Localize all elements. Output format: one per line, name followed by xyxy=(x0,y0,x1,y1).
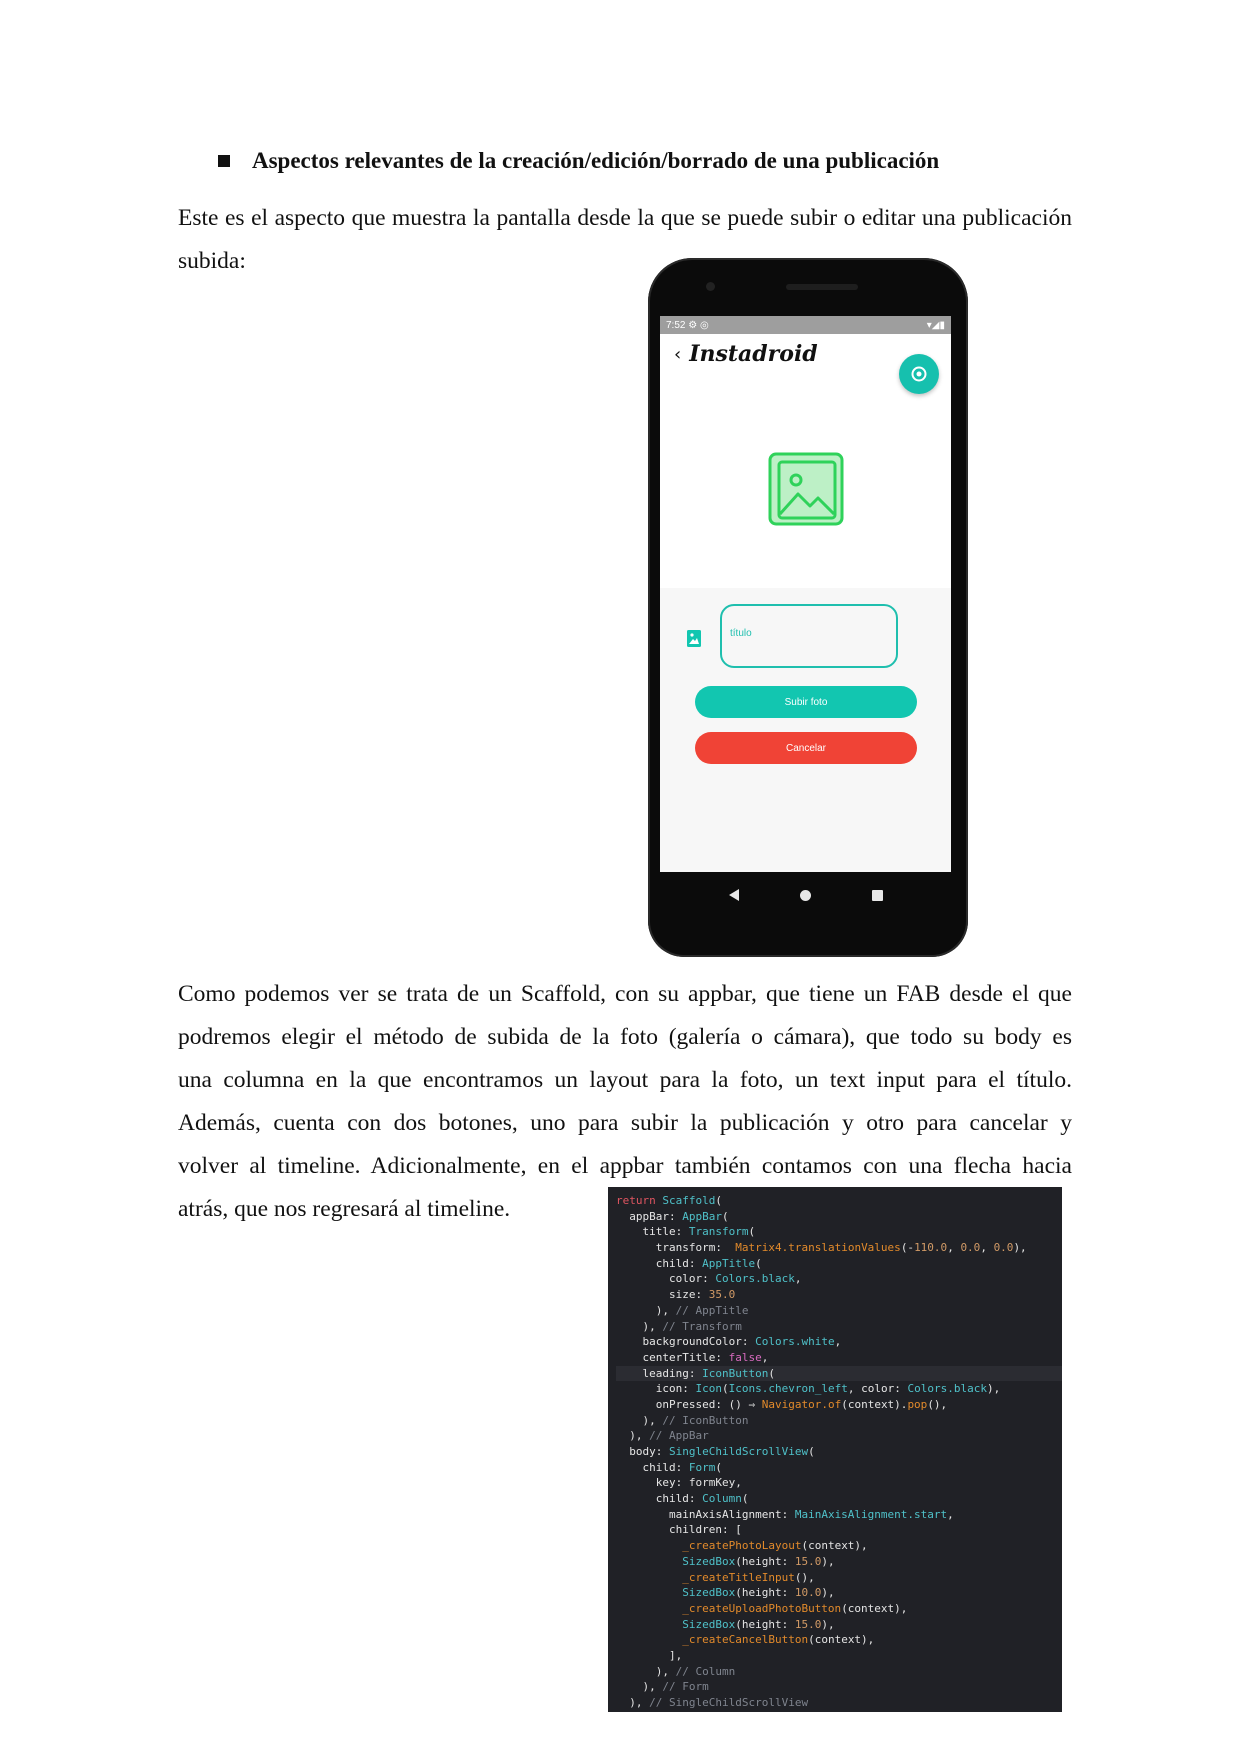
nav-home-icon[interactable] xyxy=(799,889,811,901)
photo-album-icon xyxy=(687,630,701,647)
code-line: child: Column( xyxy=(655,1492,749,1506)
code-line: SizedBox(height: 15.0), xyxy=(682,1554,835,1568)
code-line: ), // IconButton xyxy=(616,1413,749,1427)
status-icons-left: ⚙ ◎ xyxy=(688,319,709,331)
phone-mockup: 7:52 ⚙ ◎ ▾◢▮ ‹ Instadroid título Subir f… xyxy=(648,258,968,957)
code-line: icon: Icon(Icons.chevron_left, color: Co… xyxy=(655,1382,1001,1396)
status-left: 7:52 ⚙ ◎ xyxy=(666,320,709,331)
square-bullet-icon xyxy=(218,155,230,167)
code-line: child: Form( xyxy=(642,1460,723,1474)
explanation-line: Además, cuenta con dos botones, uno para… xyxy=(178,1110,1072,1136)
code-line: backgroundColor: Colors.white, xyxy=(642,1335,842,1349)
code-line: centerTitle: false, xyxy=(642,1350,769,1364)
section-heading: Aspectos relevantes de la creación/edici… xyxy=(218,148,939,174)
cancel-button[interactable]: Cancelar xyxy=(695,732,917,764)
code-line: ), // SingleChildScrollView xyxy=(616,1696,809,1709)
code-line: SizedBox(height: 10.0), xyxy=(682,1586,835,1600)
camera-fab[interactable] xyxy=(899,354,939,394)
title-input[interactable]: título xyxy=(720,604,898,668)
photo-layout[interactable] xyxy=(660,374,951,588)
code-line: ), // Form xyxy=(616,1680,709,1694)
code-line: key: formKey, xyxy=(655,1476,742,1490)
camera-icon xyxy=(911,366,927,382)
nav-recent-icon[interactable] xyxy=(871,889,883,901)
status-icons-right: ▾◢▮ xyxy=(926,319,945,331)
nav-back-icon[interactable] xyxy=(728,889,739,901)
code-line: _createPhotoLayout(context), xyxy=(682,1539,868,1553)
front-camera xyxy=(706,282,715,291)
android-nav-bar xyxy=(660,872,951,918)
explanation-line: podremos elegir el método de subida de l… xyxy=(178,1024,1072,1050)
code-line: child: AppTitle( xyxy=(655,1256,762,1270)
code-line: ], xyxy=(616,1648,683,1662)
code-line: SizedBox(height: 15.0), xyxy=(682,1617,835,1631)
code-line: _createCancelButton(context), xyxy=(682,1633,875,1647)
code-line: ), // Transform xyxy=(616,1319,742,1333)
code-line: ), // AppBar xyxy=(616,1429,709,1443)
explanation-line: una columna en la que encontramos un lay… xyxy=(178,1067,1072,1093)
code-line: appBar: AppBar( xyxy=(629,1209,729,1223)
code-line: size: 35.0 xyxy=(668,1288,736,1302)
code-line: onPressed: () ⇒ Navigator.of(context).po… xyxy=(655,1397,948,1411)
code-line: leading: IconButton( xyxy=(616,1365,1062,1382)
code-line: ), // AppTitle xyxy=(616,1303,749,1317)
explanation-line: Como podemos ver se trata de un Scaffold… xyxy=(178,981,1072,1007)
image-icon xyxy=(768,452,844,526)
code-screenshot: return Scaffold( appBar: AppBar( title: … xyxy=(608,1187,1062,1712)
app-title: Instadroid xyxy=(689,341,818,367)
code-line: _createTitleInput(), xyxy=(682,1570,815,1584)
code-line: body: SingleChildScrollView( xyxy=(629,1445,815,1458)
code-line: ), // Column xyxy=(616,1664,736,1678)
upload-photo-button[interactable]: Subir foto xyxy=(695,686,917,718)
code-line: mainAxisAlignment: MainAxisAlignment.sta… xyxy=(668,1507,954,1521)
code-line: return Scaffold( xyxy=(616,1194,722,1207)
status-time: 7:52 xyxy=(666,319,686,331)
explanation-line: volver al timeline. Adicionalmente, en e… xyxy=(178,1153,1072,1179)
section-heading-text: Aspectos relevantes de la creación/edici… xyxy=(252,148,940,173)
code-line: color: Colors.black, xyxy=(668,1272,802,1286)
phone-screen: 7:52 ⚙ ◎ ▾◢▮ ‹ Instadroid título Subir f… xyxy=(660,316,951,872)
code-line: title: Transform( xyxy=(642,1225,756,1239)
status-bar: 7:52 ⚙ ◎ ▾◢▮ xyxy=(660,316,951,334)
code-line: transform: Matrix4.translationValues(-11… xyxy=(655,1241,1027,1255)
code-line: _createUploadPhotoButton(context), xyxy=(682,1601,908,1615)
chevron-left-icon[interactable]: ‹ xyxy=(674,344,681,365)
code-line: children: [ xyxy=(668,1523,742,1537)
form-area: título Subir foto Cancelar xyxy=(660,588,951,872)
phone-speaker xyxy=(786,284,858,290)
